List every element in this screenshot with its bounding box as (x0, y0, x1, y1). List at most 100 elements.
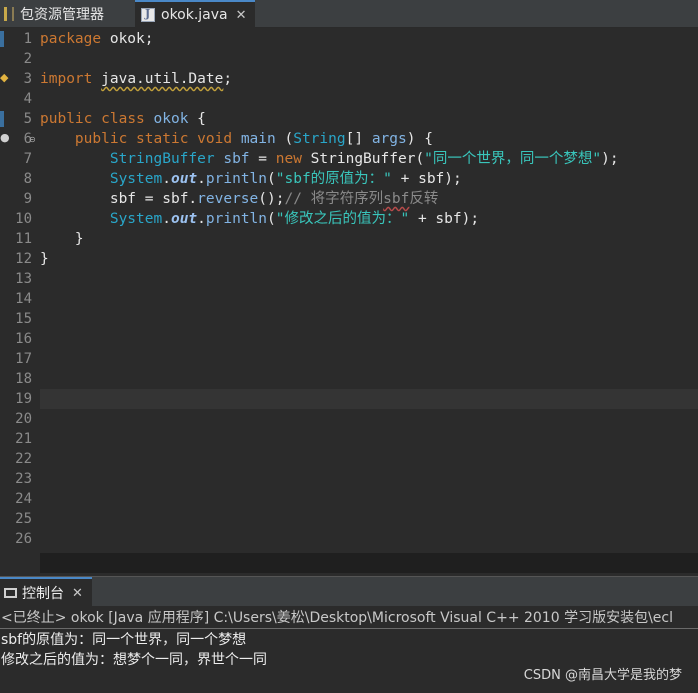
code-text: [] (345, 131, 372, 147)
fold-collapse-icon[interactable]: ⊝ (29, 135, 36, 144)
line-number: 18 (15, 371, 32, 387)
comment: sbf (383, 191, 410, 207)
code-text: ) { (406, 131, 433, 147)
tab-console-label: 控制台 (22, 586, 64, 602)
console-tab-bar: 控制台 ✕ (0, 576, 698, 607)
code-text: + sbf); (409, 211, 480, 227)
line-number: 10 (15, 211, 32, 227)
tab-package-explorer-label: 包资源管理器 (20, 7, 104, 23)
horizontal-scrollbar[interactable] (40, 553, 698, 573)
string-literal: "同一个世界，同一个梦想" (424, 151, 602, 167)
code-text: } (74, 231, 84, 247)
code-text: } (40, 251, 49, 267)
close-icon[interactable]: ✕ (236, 8, 247, 23)
tab-package-explorer[interactable]: 包资源管理器 (0, 0, 132, 28)
code-text: (); (258, 191, 285, 207)
line-number: 22 (15, 451, 32, 467)
code-line-3: import java.util.Date; (40, 69, 698, 89)
code-text: = sbf. (136, 191, 198, 207)
class-name: okok (153, 111, 189, 127)
java-file-icon (141, 7, 155, 22)
close-icon[interactable]: ✕ (72, 586, 83, 601)
code-editor[interactable]: ◆ ● 1 2 3 4 5 6 7 8 9 10 11 12 13 14 15 16 17 18 19 20 21 22 2… (0, 29, 698, 573)
method-call: println (205, 211, 268, 227)
code-text: = (249, 151, 276, 167)
code-text: . (162, 211, 171, 227)
scrollbar-thumb[interactable] (40, 553, 46, 573)
console-monitor-icon (4, 588, 17, 598)
code-text: { (188, 111, 206, 127)
code-text: ( (415, 151, 425, 167)
line-number: 14 (15, 291, 32, 307)
line-number: 5 (23, 111, 32, 127)
code-text: . (197, 211, 206, 227)
code-text: ); (601, 151, 619, 167)
type-name: String (293, 131, 346, 147)
overview-ruler (0, 29, 4, 554)
code-area[interactable]: package okok; import java.util.Date; pub… (40, 29, 698, 269)
method-call: reverse (197, 191, 259, 207)
comment: // 将字符序列 (284, 191, 384, 207)
line-number: 16 (15, 331, 32, 347)
code-text: . (162, 171, 171, 187)
code-line-1: package okok; (40, 29, 698, 49)
keyword: public (40, 111, 93, 127)
keyword: new (275, 151, 302, 167)
method-call: println (205, 171, 268, 187)
line-number: 12 (15, 251, 32, 267)
code-line-5: public class okok { (40, 109, 698, 129)
current-line-highlight (40, 389, 698, 409)
run-marker-icon[interactable]: ● (0, 131, 10, 144)
line-number: 23 (15, 471, 32, 487)
line-number: 11 (15, 231, 32, 247)
code-line-6: public static void main (String[] args) … (40, 129, 698, 149)
tab-okok-java[interactable]: okok.java ✕ (135, 0, 255, 28)
line-number: 9 (23, 191, 32, 207)
parameter: args (371, 131, 407, 147)
tab-console[interactable]: 控制台 ✕ (0, 577, 92, 607)
keyword: class (101, 111, 145, 127)
string-literal: "修改之后的值为：" (275, 211, 410, 227)
keyword: public (74, 131, 128, 147)
string-literal: "sbf的原值为：" (275, 171, 392, 187)
code-line-11: } (40, 229, 698, 249)
line-number-gutter: 1 2 3 4 5 6 7 8 9 10 11 12 13 14 15 16 17 18 19 20 21 22 23 24 2… (10, 29, 32, 549)
keyword: package (40, 31, 102, 47)
keyword: static (136, 131, 189, 147)
tab-okok-java-label: okok.java (161, 7, 228, 23)
code-text: StringBuffer (301, 151, 416, 167)
line-number: 4 (23, 91, 32, 107)
keyword: import (40, 71, 93, 87)
code-line-10: System.out.println("修改之后的值为：" + sbf); (40, 209, 698, 229)
line-number: 26 (15, 531, 32, 547)
line-number: 17 (15, 351, 32, 367)
console-output[interactable]: sbf的原值为：同一个世界，同一个梦想 修改之后的值为：想梦个一同，界世个一同 … (0, 630, 698, 693)
line-number: 25 (15, 511, 32, 527)
static-field: out (170, 171, 198, 187)
line-number: 3 (23, 71, 32, 87)
method-name: main (240, 131, 276, 147)
warning-lightbulb-icon[interactable]: ◆ (0, 71, 8, 84)
console-status-line: <已终止> okok [Java 应用程序] C:\Users\姜松\Deskt… (0, 607, 698, 629)
editor-tab-bar: 包资源管理器 okok.java ✕ (0, 0, 698, 28)
code-text: . (197, 171, 206, 187)
line-number: 1 (23, 31, 32, 47)
type-name: StringBuffer (109, 151, 215, 167)
console-output-line: sbf的原值为：同一个世界，同一个梦想 (1, 632, 247, 648)
line-number: 21 (15, 431, 32, 447)
code-text: ( (267, 211, 276, 227)
code-text: ( (267, 171, 276, 187)
import-path[interactable]: java.util.Date (101, 71, 223, 87)
comment: 反转 (409, 191, 439, 207)
line-number: 15 (15, 311, 32, 327)
code-text: ( (275, 131, 294, 147)
annotation-marker (0, 31, 4, 47)
type-name: System (109, 171, 163, 187)
code-line-9: sbf = sbf.reverse();// 将字符序列sbf反转 (40, 189, 698, 209)
line-number: 8 (23, 171, 32, 187)
variable: sbf (214, 151, 250, 167)
package-explorer-icon (4, 7, 14, 21)
variable: sbf (109, 191, 137, 207)
